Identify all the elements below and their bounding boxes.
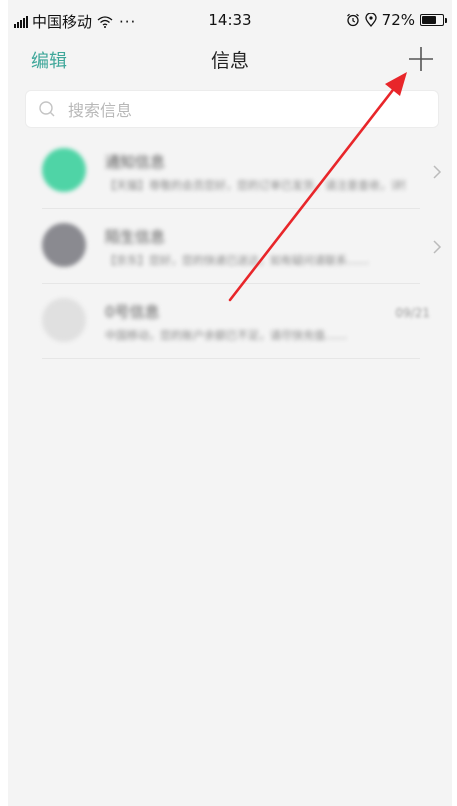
divider — [42, 358, 420, 359]
status-bar: 中国移动 ··· 14:33 72% — [8, 0, 452, 38]
conversation-list: 通知信息 【天猫】尊敬的会员您好，您的订单已发货，请注意查收，详情…… 陌生信息… — [8, 134, 452, 359]
avatar — [42, 148, 86, 192]
conversation-name: 0号信息 — [105, 303, 160, 321]
search-icon — [39, 101, 55, 117]
battery-fill — [422, 16, 437, 24]
conversation-preview: 中国移动，您的账户余额已不足，请尽快充值…… — [105, 329, 347, 342]
conversation-name: 通知信息 — [105, 153, 166, 171]
avatar — [42, 223, 86, 267]
location-icon — [365, 13, 377, 27]
conversation-preview: 【京东】您好，您的快递已送达，如有疑问请联系…… — [105, 254, 369, 267]
conversation-item[interactable]: 陌生信息 【京东】您好，您的快递已送达，如有疑问请联系…… — [8, 209, 452, 284]
conversation-item[interactable]: 0号信息 中国移动，您的账户余额已不足，请尽快充值…… 09/21 — [8, 284, 452, 359]
search-input[interactable]: 搜索信息 — [25, 90, 439, 128]
battery-icon — [420, 14, 447, 26]
page-title: 信息 — [210, 50, 249, 72]
alarm-icon — [346, 13, 359, 27]
conversation-name: 陌生信息 — [105, 228, 166, 246]
conversation-item[interactable]: 通知信息 【天猫】尊敬的会员您好，您的订单已发货，请注意查收，详情…… — [8, 134, 452, 209]
messages-screen: 中国移动 ··· 14:33 72% 编辑 信息 搜索信息 通知信息 【天猫】尊… — [8, 0, 452, 806]
battery-percent: 72% — [381, 11, 415, 29]
plus-icon[interactable] — [406, 44, 436, 74]
chevron-right-icon — [433, 165, 442, 179]
conversation-date: 09/21 — [395, 306, 430, 320]
edit-button[interactable]: 编辑 — [31, 47, 67, 73]
search-placeholder: 搜索信息 — [68, 101, 133, 120]
chevron-right-icon — [433, 240, 442, 254]
conversation-preview: 【天猫】尊敬的会员您好，您的订单已发货，请注意查收，详情…… — [105, 179, 405, 192]
status-right: 72% — [346, 11, 447, 29]
nav-bar: 编辑 信息 — [8, 38, 452, 82]
avatar — [42, 298, 86, 342]
